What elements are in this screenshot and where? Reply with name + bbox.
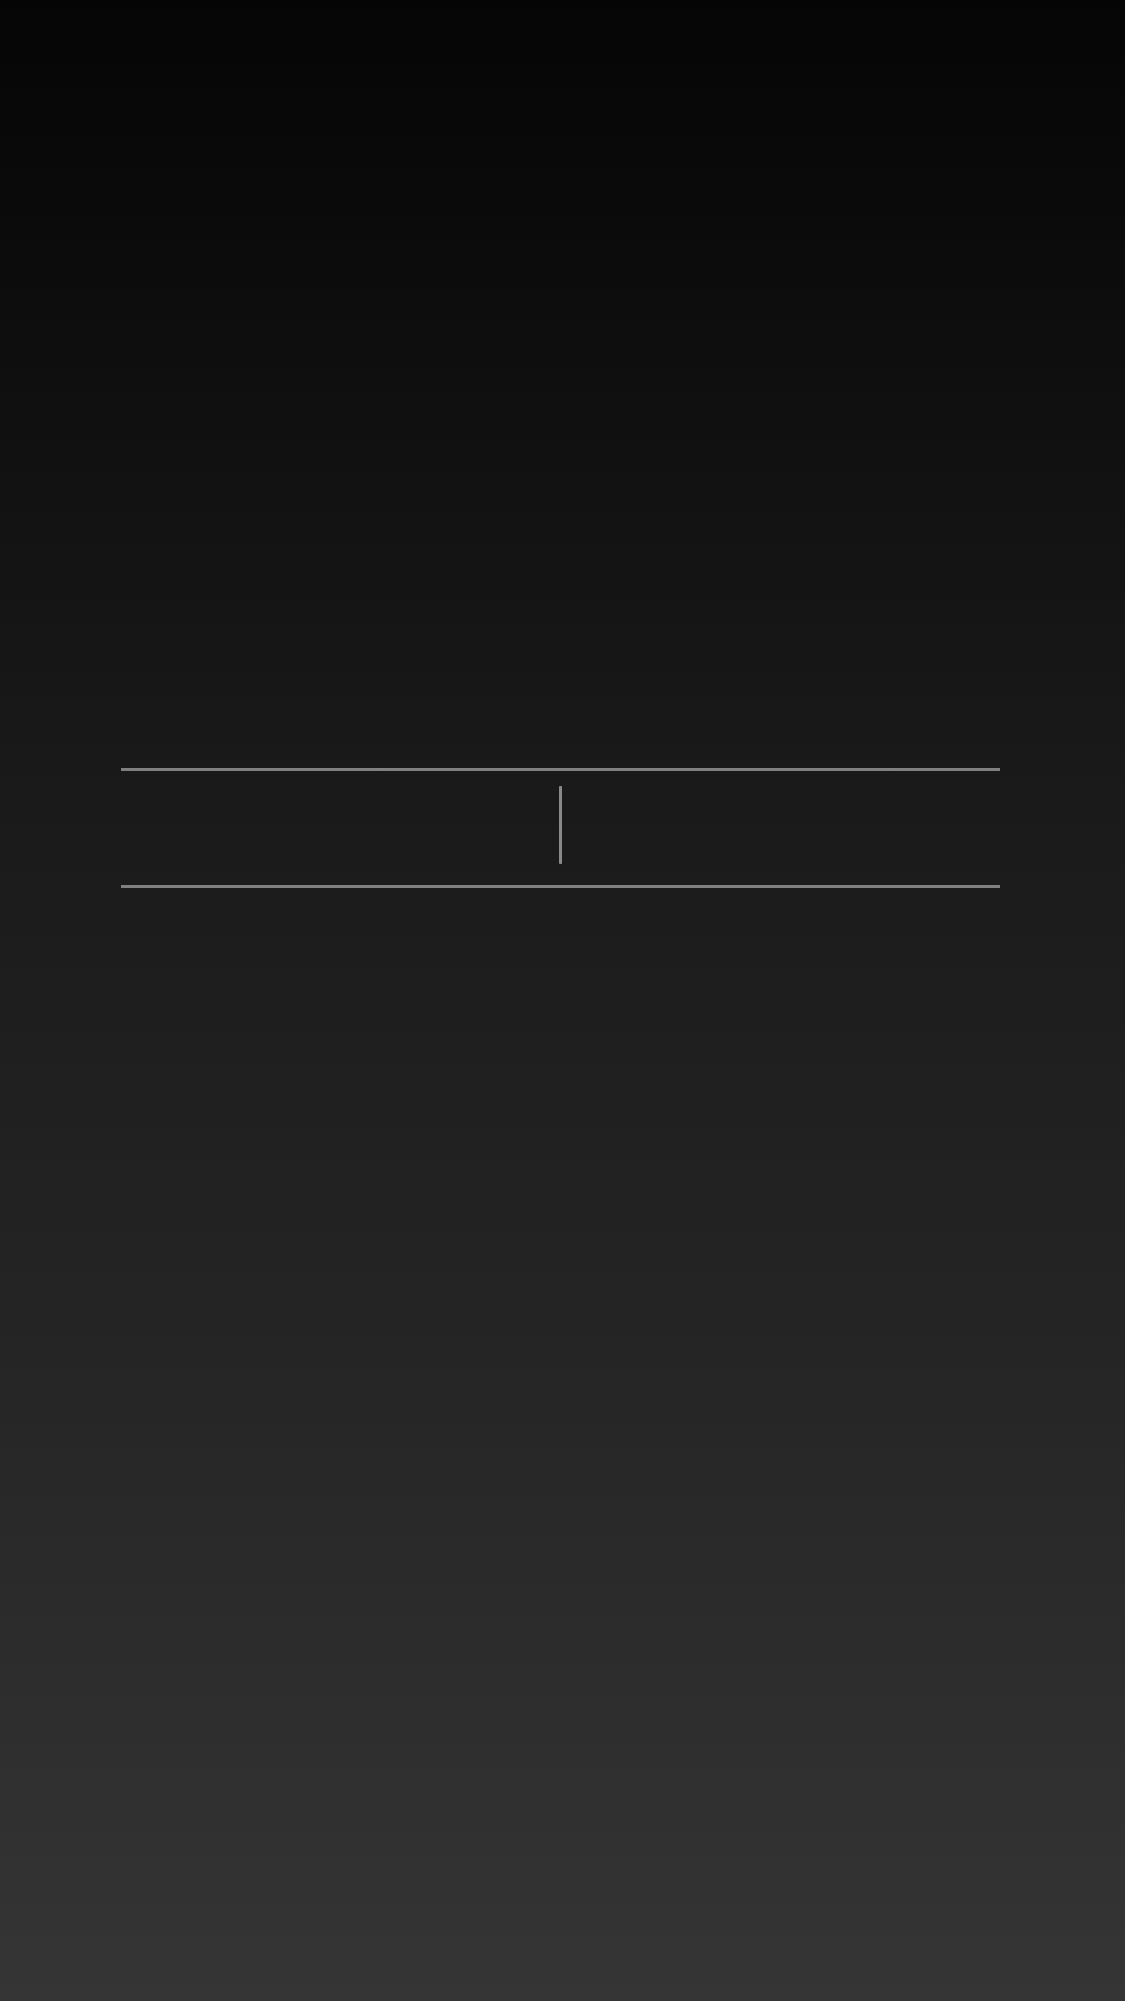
text-cursor — [559, 786, 562, 864]
text-entry-field[interactable] — [121, 768, 1000, 888]
entry-screen — [0, 0, 1125, 2001]
